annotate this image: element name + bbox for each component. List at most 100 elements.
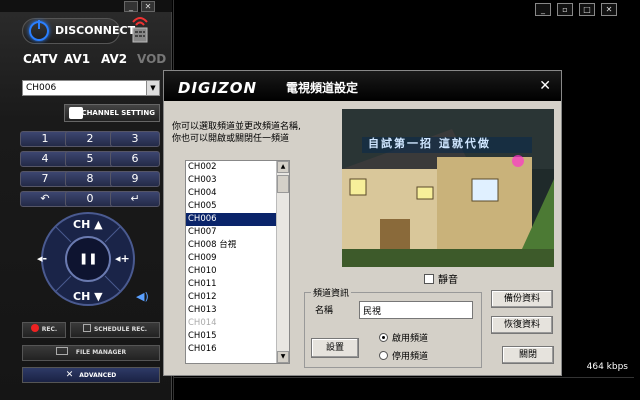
channel-list-item[interactable]: CH008 台視	[186, 239, 276, 252]
channel-list[interactable]: CH002 CH003 CH004 CH005 CH006 CH007 CH008 台視 CH…	[185, 160, 290, 364]
channel-info-group: 頻道資訊 名稱 設置 啟用頻道 停用頻道	[304, 286, 482, 368]
channel-list-item[interactable]: CH013	[186, 304, 276, 317]
instructions-line-2: 你也可以開啟或關閉任一頻道	[172, 134, 290, 144]
channel-setting-label: CHANNEL SETTING	[81, 109, 155, 117]
volume-down-button[interactable]: ◂-	[37, 252, 47, 265]
channel-select[interactable]: CH006 ▼	[22, 80, 160, 96]
scroll-thumb[interactable]	[277, 175, 289, 193]
volume-up-button[interactable]: ◂+	[115, 252, 130, 265]
preview-caption: 自試第一招 這就代做	[368, 137, 491, 150]
tools-icon: ✕	[65, 370, 74, 380]
key-1[interactable]: 1	[20, 131, 70, 147]
channel-list-item[interactable]: CH005	[186, 200, 276, 213]
key-4[interactable]: 4	[20, 151, 70, 167]
key-3[interactable]: 3	[110, 131, 160, 147]
channel-list-item[interactable]: CH010	[186, 265, 276, 278]
mute-checkbox-box[interactable]	[424, 274, 434, 284]
record-button[interactable]: REC.	[22, 322, 66, 338]
channel-list-item[interactable]: CH007	[186, 226, 276, 239]
mute-label: 靜音	[438, 275, 458, 286]
record-dot-icon	[30, 324, 39, 332]
backup-button[interactable]: 備份資料	[491, 290, 553, 308]
power-icon	[29, 20, 49, 41]
instructions: 你可以選取頻道並更改頻道名稱, 你也可以開啟或關閉任一頻道	[172, 121, 342, 145]
maximize-button[interactable]: □	[579, 3, 595, 16]
enable-radio-dot[interactable]	[379, 333, 388, 342]
disconnect-button[interactable]: DISCONNECT	[22, 18, 135, 44]
disable-channel-radio[interactable]: 停用頻道	[379, 349, 428, 362]
channel-list-item[interactable]: CH015	[186, 330, 276, 343]
scroll-down-icon[interactable]: ▼	[277, 351, 289, 363]
channel-list-item[interactable]: CH002	[186, 161, 276, 174]
tv-icon	[69, 107, 83, 119]
close-icon[interactable]: ✕	[539, 78, 551, 94]
set-button[interactable]: 設置	[311, 338, 359, 358]
restore-button[interactable]: ▫	[557, 3, 573, 16]
scroll-up-icon[interactable]: ▲	[277, 161, 289, 173]
advanced-label: ADVANCED	[79, 372, 117, 379]
channel-settings-dialog: DIGIZON 電視頻道設定 ✕ 你可以選取頻道並更改頻道名稱, 你也可以開啟或…	[163, 70, 562, 376]
key-2[interactable]: 2	[65, 131, 115, 147]
remote-close-button[interactable]: ✕	[141, 1, 155, 12]
channel-setting-button[interactable]: CHANNEL SETTING	[64, 104, 160, 122]
channel-down-button[interactable]: CH ▼	[73, 290, 103, 303]
channel-up-button[interactable]: CH ▲	[73, 218, 103, 231]
channel-list-item[interactable]: CH006	[186, 213, 276, 226]
folder-icon	[55, 347, 68, 355]
channel-list-scrollbar[interactable]: ▲ ▼	[276, 161, 289, 363]
signal-icon	[132, 17, 148, 43]
enter-key[interactable]: ↵	[110, 191, 160, 207]
chevron-down-icon[interactable]: ▼	[146, 81, 159, 95]
preview-scene	[342, 109, 554, 267]
enable-channel-radio[interactable]: 啟用頻道	[379, 331, 428, 344]
schedule-record-label: SCHEDULE REC.	[93, 326, 148, 333]
instructions-line-1: 你可以選取頻道並更改頻道名稱,	[172, 122, 301, 132]
file-manager-label: FILE MANAGER	[75, 349, 127, 356]
file-manager-button[interactable]: FILE MANAGER	[22, 345, 160, 361]
source-vod[interactable]: VOD	[137, 52, 166, 66]
close-window-button[interactable]: ✕	[601, 3, 617, 16]
channel-preview-image: 自試第一招 這就代做	[342, 109, 554, 267]
mute-checkbox[interactable]: 靜音	[424, 271, 458, 286]
progress-track	[174, 377, 634, 378]
dialog-title: 電視頻道設定	[286, 81, 359, 95]
navigation-pad: CH ▲ CH ▼ ◂- ◂+ ❚❚	[33, 212, 143, 306]
key-9[interactable]: 9	[110, 171, 160, 187]
advanced-button[interactable]: ✕ ADVANCED	[22, 367, 160, 383]
close-button[interactable]: 關閉	[502, 346, 554, 364]
channel-list-item[interactable]: CH014	[186, 317, 276, 330]
channel-list-item[interactable]: CH011	[186, 278, 276, 291]
remote-panel: _ ✕ DISCONNECT CATV AV1 AV2 VOD CH006 ▼ …	[0, 0, 172, 400]
source-catv[interactable]: CATV	[23, 52, 58, 66]
key-8[interactable]: 8	[65, 171, 115, 187]
minimize-button[interactable]: _	[535, 3, 551, 16]
calendar-icon	[82, 324, 91, 332]
key-0[interactable]: 0	[65, 191, 115, 207]
digizon-logo: DIGIZON	[178, 79, 258, 97]
remote-minimize-button[interactable]: _	[124, 1, 138, 12]
disable-label: 停用頻道	[392, 352, 429, 362]
restore-data-button[interactable]: 恢復資料	[491, 316, 553, 334]
dialog-titlebar: DIGIZON 電視頻道設定 ✕	[164, 71, 561, 101]
bitrate-readout: 464 kbps	[586, 362, 628, 372]
channel-list-item[interactable]: CH009	[186, 252, 276, 265]
mute-speaker-icon[interactable]: ◀)	[136, 290, 149, 303]
channel-list-item[interactable]: CH004	[186, 187, 276, 200]
disable-radio-dot[interactable]	[379, 351, 388, 360]
back-key[interactable]: ↶	[20, 191, 70, 207]
enable-label: 啟用頻道	[392, 334, 429, 344]
channel-name-input[interactable]	[359, 301, 473, 319]
schedule-record-button[interactable]: SCHEDULE REC.	[70, 322, 160, 338]
key-7[interactable]: 7	[20, 171, 70, 187]
channel-select-value: CH006	[26, 83, 57, 93]
name-label: 名稱	[315, 306, 334, 316]
channel-list-item[interactable]: CH016	[186, 343, 276, 356]
channel-list-item[interactable]: CH012	[186, 291, 276, 304]
key-6[interactable]: 6	[110, 151, 160, 167]
channel-info-label: 頻道資訊	[311, 286, 352, 299]
source-av2[interactable]: AV2	[101, 52, 127, 66]
channel-list-item[interactable]: CH003	[186, 174, 276, 187]
play-pause-button[interactable]: ❚❚	[79, 252, 97, 265]
key-5[interactable]: 5	[65, 151, 115, 167]
source-av1[interactable]: AV1	[64, 52, 90, 66]
